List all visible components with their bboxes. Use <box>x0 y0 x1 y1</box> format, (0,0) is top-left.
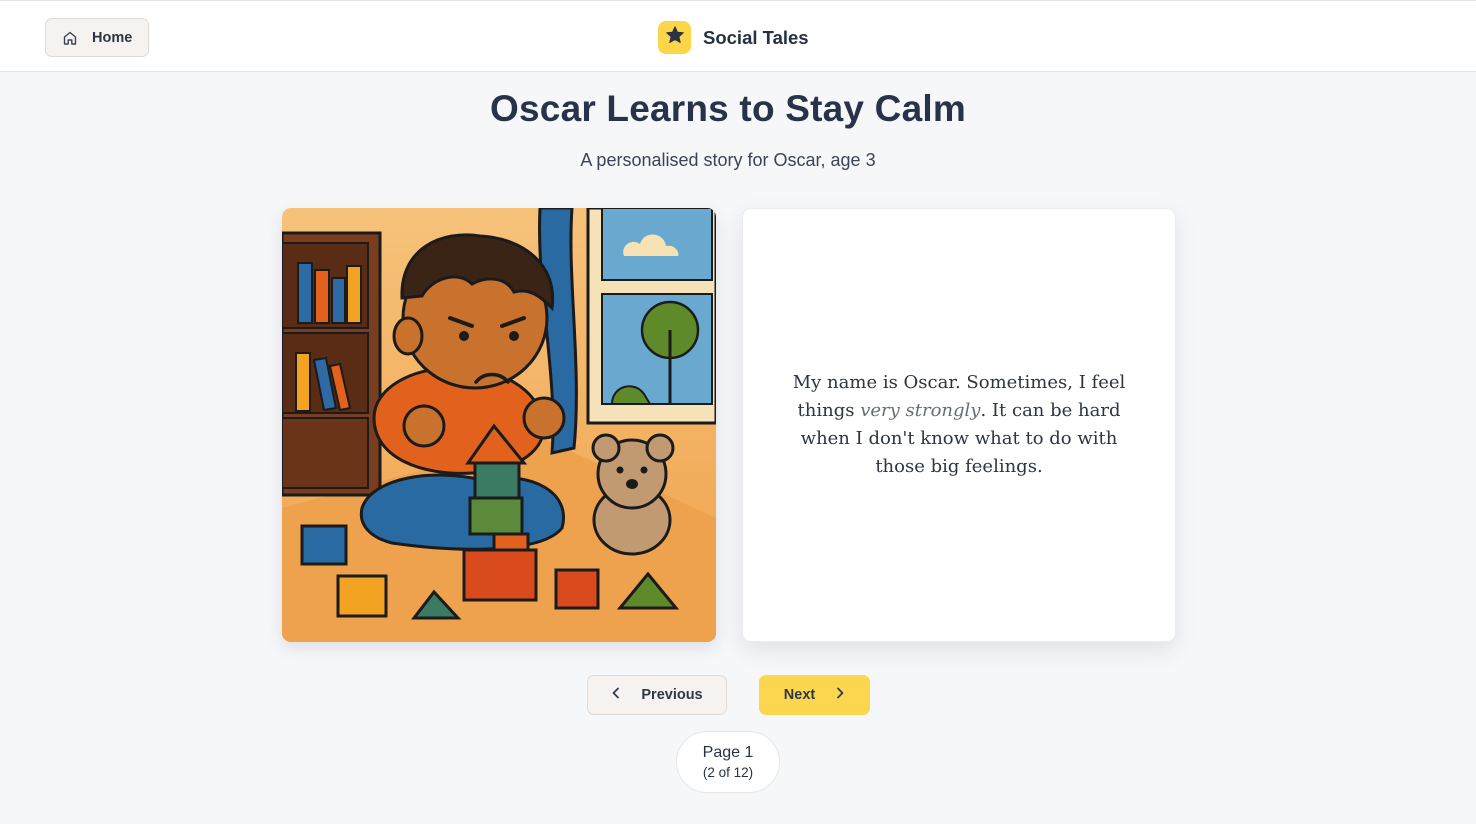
top-bar: Home Social Tales <box>0 0 1476 72</box>
story-text-emphasis: very strongly <box>860 400 981 421</box>
star-icon <box>665 25 685 50</box>
previous-button-label: Previous <box>641 687 703 703</box>
brand: Social Tales <box>658 21 809 54</box>
home-button[interactable]: Home <box>45 18 149 57</box>
page-label: Page 1 <box>702 744 754 761</box>
home-button-label: Home <box>92 29 133 46</box>
brand-name: Social Tales <box>703 26 809 48</box>
chevron-right-icon <box>835 686 845 704</box>
next-button[interactable]: Next <box>759 675 870 715</box>
previous-button[interactable]: Previous <box>587 675 727 715</box>
story-text: My name is Oscar. Sometimes, I feel thin… <box>787 369 1131 481</box>
next-button-label: Next <box>783 687 816 703</box>
home-icon <box>62 30 78 46</box>
story-text-card: My name is Oscar. Sometimes, I feel thin… <box>742 208 1176 642</box>
brand-logo <box>658 21 691 54</box>
page-count: (2 of 12) <box>702 765 754 780</box>
story-title: Oscar Learns to Stay Calm <box>490 88 966 129</box>
chevron-left-icon <box>611 686 621 704</box>
story-subtitle: A personalised story for Oscar, age 3 <box>580 150 876 170</box>
story-illustration <box>282 208 716 642</box>
page-indicator: Page 1 (2 of 12) <box>676 731 780 793</box>
